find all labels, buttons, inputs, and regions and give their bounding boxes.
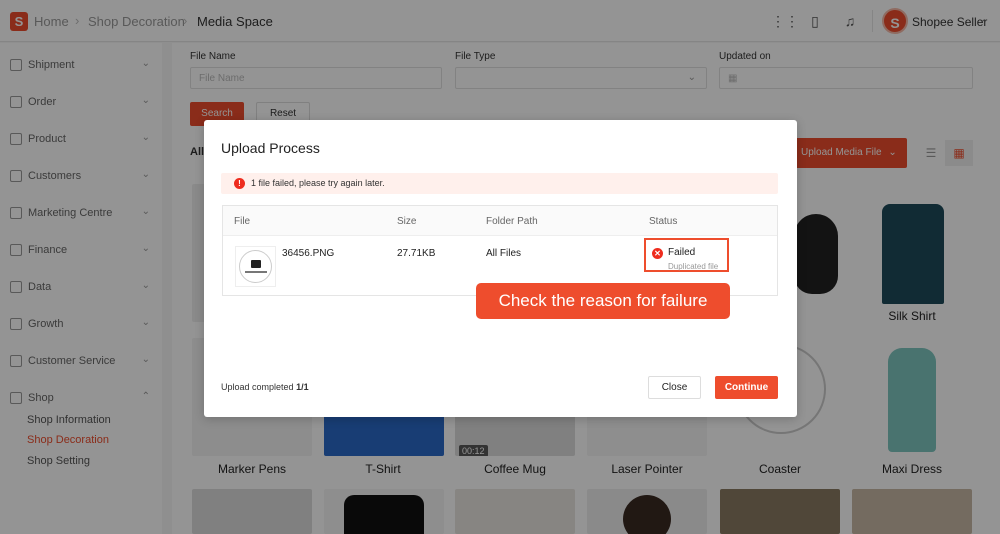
bag-icon [251, 260, 261, 268]
error-alert: ! 1 file failed, please try again later. [221, 173, 778, 194]
column-header-folder-path: Folder Path [486, 216, 538, 227]
error-icon: ! [234, 178, 245, 189]
completed-label: Upload completed [221, 382, 294, 392]
tutorial-callout: Check the reason for failure [476, 283, 730, 319]
file-size: 27.71KB [397, 248, 436, 259]
thumbnail-text-line [245, 271, 267, 273]
file-thumbnail [235, 246, 276, 287]
dialog-title: Upload Process [221, 140, 320, 156]
column-header-status: Status [649, 216, 678, 227]
failure-reason: Duplicated file [668, 262, 719, 271]
status-failed: Failed [668, 247, 696, 258]
completed-count: 1/1 [296, 382, 309, 392]
table-header: File Size Folder Path Status [223, 206, 777, 236]
upload-completed-status: Upload completed 1/1 [221, 382, 309, 392]
alert-message: 1 file failed, please try again later. [251, 178, 385, 188]
status-highlight-box: ✕ Failed Duplicated file [644, 238, 729, 272]
close-button[interactable]: Close [648, 376, 701, 399]
upload-process-dialog: Upload Process ! 1 file failed, please t… [204, 120, 797, 417]
continue-button[interactable]: Continue [715, 376, 778, 399]
failed-icon: ✕ [652, 248, 663, 259]
column-header-size: Size [397, 216, 417, 227]
file-name: 36456.PNG [282, 248, 335, 259]
column-header-file: File [234, 216, 251, 227]
folder-path: All Files [486, 248, 522, 259]
